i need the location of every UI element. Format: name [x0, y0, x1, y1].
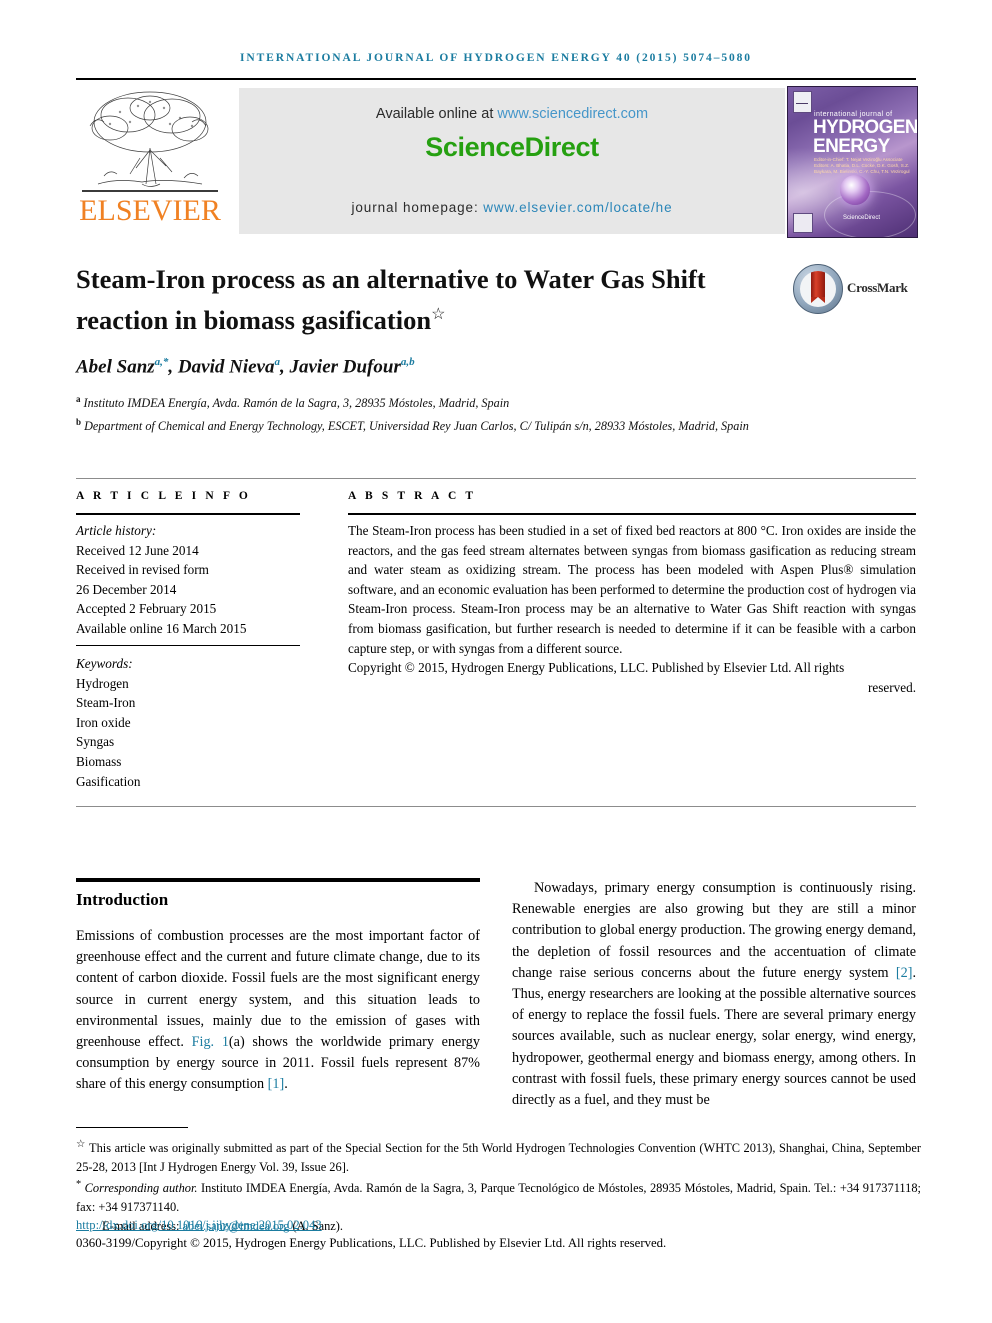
cover-bottom-badge-icon [793, 213, 813, 233]
affiliation-list: a Instituto IMDEA Energía, Avda. Ramón d… [76, 390, 856, 435]
sciencedirect-banner: Available online at www.sciencedirect.co… [239, 88, 785, 234]
abstract-copyright-tail: reserved. [868, 679, 916, 695]
abstract-heading: A B S T R A C T [348, 490, 477, 502]
affiliation-mark-a: a [76, 394, 81, 404]
paper-page: INTERNATIONAL JOURNAL OF HYDROGEN ENERGY… [0, 0, 992, 1323]
reference-1-link[interactable]: [1] [268, 1076, 285, 1092]
abstract-text: The Steam-Iron process has been studied … [348, 523, 916, 656]
page-title: Steam-Iron process as an alternative to … [76, 262, 766, 338]
author-marks-0[interactable]: a,* [155, 356, 169, 368]
doi-link[interactable]: http://dx.doi.org/10.1016/j.ijhydene.201… [76, 1218, 322, 1233]
figure-1-link[interactable]: Fig. 1 [192, 1034, 229, 1050]
elsevier-wordmark: ELSEVIER [79, 194, 221, 227]
keywords-list: Keywords: Hydrogen Steam-Iron Iron oxide… [76, 654, 306, 791]
keyword-4[interactable]: Biomass [76, 752, 306, 772]
author-marks-1[interactable]: a [274, 356, 280, 368]
section-rule [76, 878, 480, 882]
crossmark-badge[interactable]: CrossMark [793, 264, 915, 314]
intro-left-text-1: Emissions of combustion processes are th… [76, 928, 480, 1051]
keyword-0[interactable]: Hydrogen [76, 674, 306, 694]
footnote-star-text: This article was originally submitted as… [76, 1141, 921, 1174]
section-title-introduction: Introduction [76, 890, 169, 909]
elsevier-tree-icon [89, 91, 209, 187]
history-item-2: 26 December 2014 [76, 581, 177, 597]
history-item-0: Received 12 June 2014 [76, 542, 199, 558]
intro-right-text-2: . Thus, energy researchers are looking a… [512, 964, 916, 1109]
intro-paragraph-right: Nowadays, primary energy consumption is … [512, 878, 916, 1111]
author-marks-2[interactable]: a,b [401, 356, 415, 368]
keyword-2[interactable]: Iron oxide [76, 713, 306, 733]
available-online-line: Available online at www.sciencedirect.co… [239, 106, 785, 122]
crossmark-ribbon-icon [811, 271, 825, 303]
masthead: ELSEVIER Available online at www.science… [76, 86, 918, 238]
running-head: INTERNATIONAL JOURNAL OF HYDROGEN ENERGY… [240, 52, 752, 64]
footnote-corresponding: * Corresponding author. Instituto IMDEA … [76, 1176, 921, 1216]
keyword-5[interactable]: Gasification [76, 772, 306, 792]
body-column-left: Introduction Emissions of combustion pro… [76, 878, 480, 1096]
affiliation-text-a: Instituto IMDEA Energía, Avda. Ramón de … [83, 396, 510, 411]
sciencedirect-link[interactable]: www.sciencedirect.com [497, 106, 648, 122]
abstract-body: The Steam-Iron process has been studied … [348, 521, 916, 697]
history-item-1: Received in revised form [76, 562, 209, 578]
author-name-1: David Nieva [177, 356, 275, 378]
article-title-text: Steam-Iron process as an alternative to … [76, 264, 706, 335]
elsevier-divider [82, 190, 218, 192]
cover-elsevier-badge-icon [793, 91, 812, 113]
cover-sphere-graphic [840, 175, 870, 205]
affiliation-mark-b: b [76, 416, 82, 427]
history-item-4: Available online 16 March 2015 [76, 620, 247, 636]
abstract-heading-rule [348, 513, 916, 515]
affiliation-b: b Department of Chemical and Energy Tech… [76, 413, 856, 436]
available-online-label: Available online at [375, 106, 498, 122]
title-footnote-marker[interactable]: ☆ [431, 306, 445, 323]
info-heading-rule [76, 513, 300, 515]
reference-2-link[interactable]: [2] [896, 965, 913, 981]
abstract-copyright: Copyright © 2015, Hydrogen Energy Public… [348, 660, 845, 676]
journal-cover-thumbnail[interactable]: international journal of HYDROGEN ENERGY… [787, 86, 918, 238]
footnote-corresponding-label: Corresponding author. [81, 1181, 198, 1196]
abstract-bottom-rule [76, 806, 916, 807]
cover-sciencedirect-brand: ScienceDirect [843, 215, 881, 221]
cover-title-line1: HYDROGEN [813, 117, 918, 138]
affiliation-a: a Instituto IMDEA Energía, Avda. Ramón d… [76, 390, 856, 413]
keyword-1[interactable]: Steam-Iron [76, 693, 306, 713]
keywords-rule [76, 645, 300, 646]
info-top-rule [76, 478, 916, 479]
sciencedirect-logo[interactable]: ScienceDirect [239, 132, 785, 163]
author-name-2: Javier Dufour [289, 356, 401, 378]
crossmark-circle-icon [793, 264, 843, 314]
article-history-label: Article history: [76, 523, 157, 538]
keywords-label: Keywords: [76, 656, 133, 671]
author-list: Abel Sanza,*, David Nievaa, Javier Dufou… [76, 356, 415, 378]
crossmark-inner-disc [800, 271, 836, 307]
author-name-0: Abel Sanz [76, 356, 155, 378]
issn-copyright-line: 0360-3199/Copyright © 2015, Hydrogen Ene… [76, 1236, 667, 1250]
keyword-3[interactable]: Syngas [76, 732, 306, 752]
affiliation-text-b: Department of Chemical and Energy Techno… [84, 418, 749, 433]
header-rule [76, 78, 916, 80]
elsevier-logo[interactable]: ELSEVIER [76, 86, 224, 236]
footnote-star: ☆ This article was originally submitted … [76, 1136, 921, 1176]
footnote-star-marker: ☆ [76, 1139, 86, 1150]
intro-paragraph-left: Emissions of combustion processes are th… [76, 926, 480, 1096]
cover-editors: Editor-in-Chief: T. Nejat Veziroğlu Asso… [814, 157, 910, 174]
body-column-right: Nowadays, primary energy consumption is … [512, 878, 916, 1111]
journal-homepage-label: journal homepage: [351, 200, 484, 215]
footnote-rule [76, 1127, 188, 1128]
article-info-heading: A R T I C L E I N F O [76, 490, 251, 502]
intro-right-text-1: Nowadays, primary energy consumption is … [512, 880, 916, 981]
intro-left-text-3: . [284, 1076, 288, 1093]
cover-title-line2: ENERGY [813, 136, 890, 157]
article-history: Article history: Received 12 June 2014 R… [76, 521, 306, 639]
journal-homepage-link[interactable]: www.elsevier.com/locate/he [483, 200, 672, 215]
history-item-3: Accepted 2 February 2015 [76, 601, 217, 617]
crossmark-label: CrossMark [847, 280, 908, 295]
footnote-corresponding-text: Instituto IMDEA Energía, Avda. Ramón de … [76, 1181, 922, 1215]
journal-homepage-line: journal homepage: www.elsevier.com/locat… [239, 200, 785, 215]
